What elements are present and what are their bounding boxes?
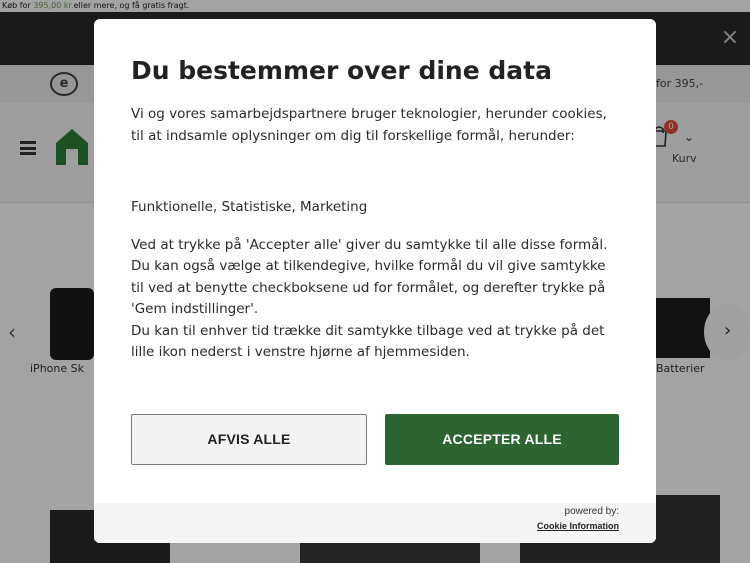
cookie-information-link[interactable]: Cookie Information [537, 521, 619, 531]
accept-all-button[interactable]: ACCEPTER ALLE [385, 414, 619, 465]
scroll-fade [94, 375, 656, 385]
cookie-consent-dialog: Du bestemmer over dine data Vi og vores … [94, 19, 656, 543]
powered-by-label: powered by: [564, 506, 619, 517]
consent-title: Du bestemmer over dine data [131, 56, 552, 85]
consent-intro: Vi og vores samarbejdspartnere bruger te… [131, 106, 607, 144]
consent-details-1: Ved at trykke på 'Accepter alle' giver d… [131, 236, 608, 318]
consent-footer: powered by: Cookie Information [94, 503, 656, 543]
consent-body[interactable]: Vi og vores samarbejdspartnere bruger te… [131, 104, 621, 376]
consent-details-2: Du kan til enhver tid trække dit samtykk… [131, 322, 605, 361]
reject-all-button[interactable]: AFVIS ALLE [131, 414, 367, 465]
consent-purposes: Funktionelle, Statistiske, Marketing [131, 199, 368, 215]
